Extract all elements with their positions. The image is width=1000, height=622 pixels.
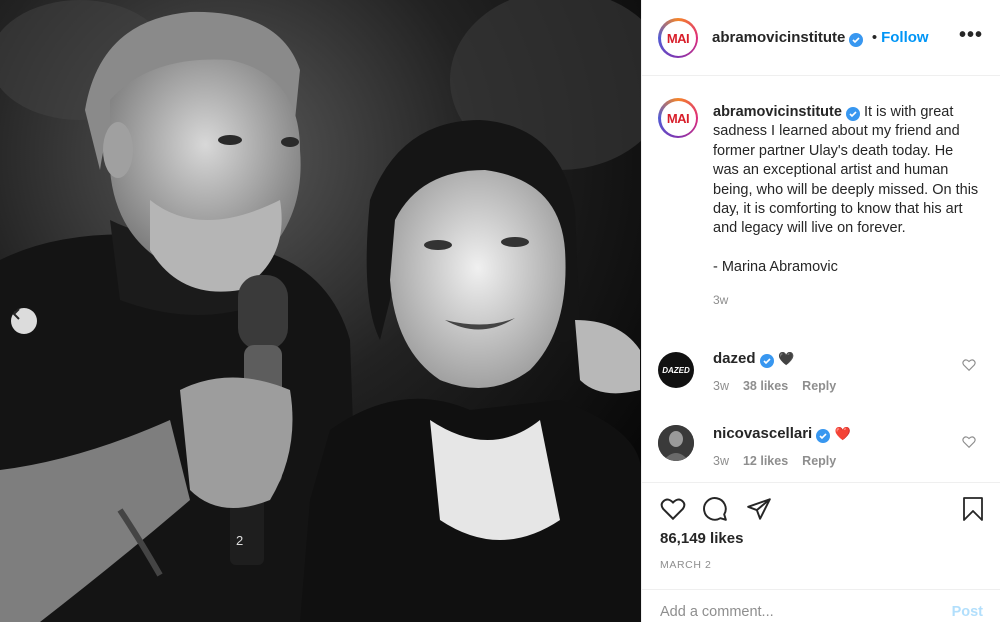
commenter-avatar[interactable] [658,425,694,461]
caption-avatar[interactable]: MAI [658,98,698,138]
heart-icon [962,359,976,372]
post-comment-button[interactable]: Post [952,604,983,620]
follow-button[interactable]: Follow [881,29,929,46]
comment-likes[interactable]: 12 likes [743,454,788,468]
post-date: MARCH 2 [660,559,712,571]
commenter-username[interactable]: dazed [713,350,756,367]
caption-text: It is with great sadness I learned about… [713,104,979,237]
carousel-prev-button[interactable] [11,308,37,334]
comment-time: 3w [713,454,729,468]
chevron-left-icon [12,308,20,320]
heart-icon [962,436,976,449]
caption-time: 3w [713,293,729,308]
commenter-avatar[interactable]: DAZED [658,352,694,388]
caption-username[interactable]: abramovicinstitute [713,104,842,120]
mai-logo: MAI [666,30,690,46]
bookmark-icon [963,497,983,521]
post-panel: MAI abramovicinstitute • Follow ••• MAI a… [641,0,1000,622]
comment-emoji: ❤️ [834,426,851,441]
photo-illustration: 2 [0,0,641,622]
comment-like-button[interactable] [962,358,976,377]
mai-logo: MAI [666,110,690,126]
like-button[interactable] [660,496,686,527]
avatar-image [658,425,694,461]
likes-count[interactable]: 86,149 likes [660,530,743,547]
share-icon [747,498,771,520]
dazed-logo: DAZED [662,365,690,375]
add-comment-bar: Add a comment... Post [642,589,1000,622]
save-button[interactable] [961,496,985,527]
more-options-button[interactable]: ••• [959,24,983,47]
commenter-username[interactable]: nicovascellari [713,425,812,442]
header-account-line: abramovicinstitute • Follow [712,29,929,47]
separator-dot: • [871,29,878,46]
comment-emoji: 🖤 [777,351,795,366]
heart-icon [660,498,686,521]
comment-icon [703,497,727,521]
verified-badge-icon [816,429,831,443]
caption: abramovicinstitute It is with great sadn… [713,103,983,311]
comment-time: 3w [713,379,729,393]
post-header: MAI abramovicinstitute • Follow ••• [642,0,1000,76]
comment-button[interactable] [702,496,728,527]
share-button[interactable] [746,496,772,527]
post-photo: 2 [0,0,641,622]
caption-signature: - Marina Abramovic [713,258,838,275]
account-username[interactable]: abramovicinstitute [712,29,845,46]
comment-reply[interactable]: Reply [802,454,836,468]
svg-text:2: 2 [236,533,243,548]
comment-reply[interactable]: Reply [802,379,836,393]
more-icon: ••• [958,24,983,46]
comment-meta: 3w 38 likes Reply [713,379,850,393]
comment-likes[interactable]: 38 likes [743,379,788,393]
verified-badge-icon [845,107,860,121]
comment-like-button[interactable] [962,435,976,454]
comment-body: nicovascellari ❤️ 3w 12 likes Reply [713,425,851,468]
comment-meta: 3w 12 likes Reply [713,454,851,468]
verified-badge-icon [759,354,774,368]
post-actions: 86,149 likes MARCH 2 Add a comment... Po… [642,482,1000,622]
comment-input[interactable]: Add a comment... [660,604,774,620]
verified-badge-icon [849,33,864,47]
account-avatar[interactable]: MAI [658,18,698,58]
comment-body: dazed 🖤 3w 38 likes Reply [713,350,850,393]
